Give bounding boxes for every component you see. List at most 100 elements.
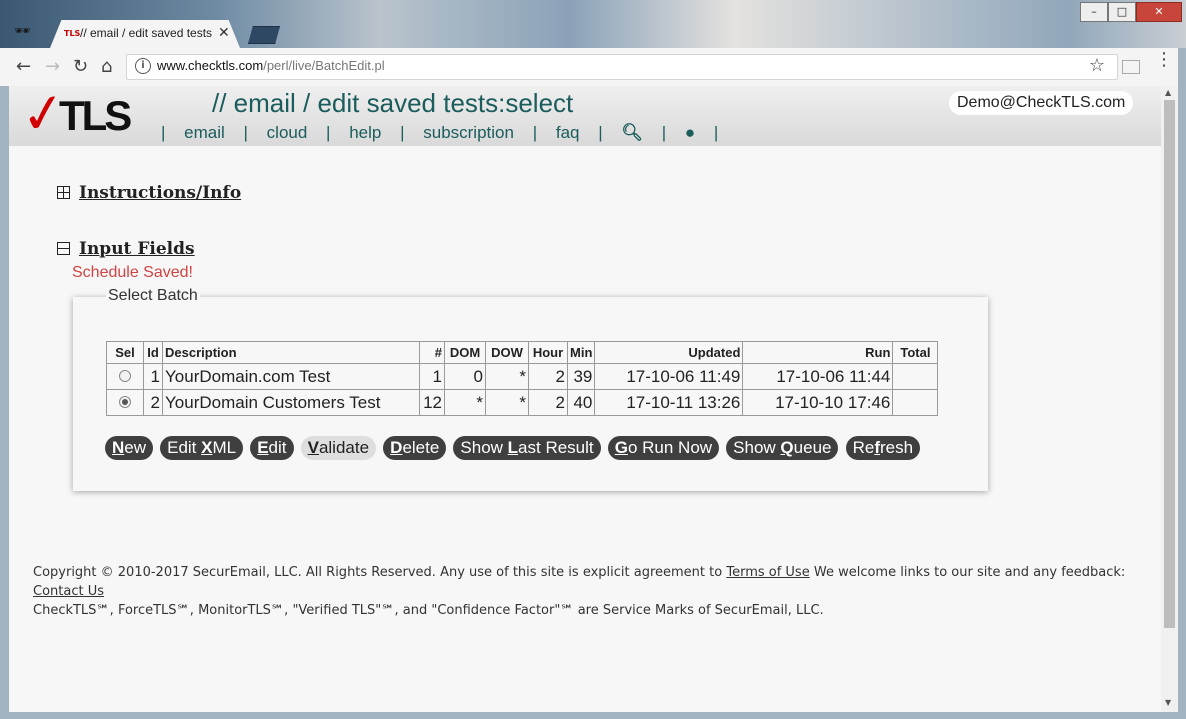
column-header: Id <box>143 341 163 364</box>
contact-us-link[interactable]: Contact Us <box>33 584 104 599</box>
footer-copyright: Copyright © 2010-2017 SecurEmail, LLC. A… <box>33 565 723 580</box>
column-header: Description <box>162 341 420 364</box>
nav-cloud[interactable]: cloud <box>267 123 308 143</box>
reload-icon[interactable]: ↻ <box>73 56 88 77</box>
show-last-result-button[interactable]: Show Last Result <box>453 436 601 460</box>
batch-table: Sel Id Description # DOM DOW Hour Min Up… <box>106 341 939 416</box>
delete-button[interactable]: Delete <box>383 436 447 460</box>
input-fields-heading[interactable]: Input Fields <box>79 239 195 259</box>
search-icon[interactable]: 🔍︎ <box>621 123 643 143</box>
edit-button[interactable]: Edit <box>250 436 294 460</box>
globe-icon[interactable]: ● <box>685 123 695 143</box>
site-footer: Copyright © 2010-2017 SecurEmail, LLC. A… <box>33 563 1143 620</box>
row-count: 1 <box>419 363 445 390</box>
tab-close-icon[interactable]: ✕ <box>218 25 230 41</box>
url-host: www.checktls.com <box>157 58 264 73</box>
nav-separator: | <box>161 123 166 142</box>
table-header-row: Sel Id Description # DOM DOW Hour Min Up… <box>106 341 939 364</box>
row-run: 17-10-10 17:46 <box>742 389 894 416</box>
instructions-section-toggle[interactable]: Instructions/Info <box>57 183 241 203</box>
site-header: ✓ TLS // email / edit saved tests:select… <box>9 86 1161 148</box>
maximize-button[interactable]: □ <box>1108 2 1136 22</box>
page-scrollbar[interactable]: ▲ ▼ <box>1161 86 1178 712</box>
nav-help[interactable]: help <box>349 123 381 143</box>
window-frame-left <box>0 86 9 712</box>
column-header: Updated <box>594 341 744 364</box>
validate-button[interactable]: Validate <box>300 436 377 460</box>
site-info-icon[interactable]: i <box>135 58 151 74</box>
close-window-button[interactable]: ✕ <box>1136 2 1182 22</box>
collapse-icon[interactable] <box>57 242 70 255</box>
nav-separator: | <box>326 123 331 142</box>
footer-welcome: We welcome links to our site and any fee… <box>813 565 1126 580</box>
home-icon[interactable]: ⌂ <box>101 56 112 77</box>
minimize-button[interactable]: – <box>1080 2 1108 22</box>
nav-separator: | <box>598 123 603 142</box>
row-total <box>892 389 939 416</box>
nav-email[interactable]: email <box>184 123 225 143</box>
column-header: Min <box>566 341 596 364</box>
row-select-radio[interactable] <box>119 395 131 408</box>
scroll-down-icon[interactable]: ▼ <box>1165 698 1171 707</box>
tab-title: // email / edit saved tests:select <box>80 26 212 40</box>
cast-icon[interactable] <box>1122 60 1140 74</box>
show-queue-button[interactable]: Show Queue <box>726 436 839 460</box>
browser-toolbar: ← → ↻ ⌂ i www.checktls.com/perl/live/Bat… <box>0 48 1186 87</box>
refresh-button[interactable]: Refresh <box>845 436 921 460</box>
browser-menu-icon[interactable]: ⋮ <box>1155 51 1173 69</box>
bookmark-star-icon[interactable]: ☆ <box>1089 55 1105 76</box>
panel-legend: Select Batch <box>106 287 200 305</box>
row-hour: 2 <box>528 363 568 390</box>
instructions-heading[interactable]: Instructions/Info <box>79 183 241 203</box>
row-description: YourDomain.com Test <box>162 363 420 390</box>
url-text[interactable]: www.checktls.com/perl/live/BatchEdit.pl <box>157 58 385 73</box>
row-id: 2 <box>143 389 163 416</box>
main-nav: | email | cloud | help | subscription | … <box>147 123 732 143</box>
table-row[interactable]: 1 YourDomain.com Test 1 0 * 2 39 17-10-0… <box>106 363 939 390</box>
address-bar[interactable]: i www.checktls.com/perl/live/BatchEdit.p… <box>126 54 1118 80</box>
row-description: YourDomain Customers Test <box>162 389 420 416</box>
back-icon[interactable]: ← <box>16 56 31 77</box>
nav-subscription[interactable]: subscription <box>423 123 514 143</box>
column-header: Hour <box>528 341 568 364</box>
row-select-cell[interactable] <box>106 389 144 416</box>
edit-xml-button[interactable]: Edit XML <box>160 436 244 460</box>
scrollbar-thumb[interactable] <box>1164 100 1175 628</box>
forward-icon[interactable]: → <box>45 56 60 77</box>
row-dow: * <box>485 363 529 390</box>
column-header: DOW <box>485 341 529 364</box>
user-account[interactable]: Demo@CheckTLS.com <box>949 91 1134 115</box>
input-fields-section-toggle[interactable]: Input Fields <box>57 239 195 259</box>
scroll-up-icon[interactable]: ▲ <box>1165 88 1171 97</box>
row-run: 17-10-06 11:44 <box>742 363 894 390</box>
window-titlebar: 🕶 TLS // email / edit saved tests:select… <box>0 0 1186 48</box>
nav-faq[interactable]: faq <box>556 123 580 143</box>
table-row[interactable]: 2 YourDomain Customers Test 12 * * 2 40 … <box>106 389 939 416</box>
row-dom: * <box>444 389 486 416</box>
row-min: 40 <box>566 389 596 416</box>
go-run-now-button[interactable]: Go Run Now <box>607 436 720 460</box>
new-button[interactable]: New <box>105 436 154 460</box>
row-total <box>892 363 939 390</box>
row-min: 39 <box>566 363 596 390</box>
select-batch-panel: Sel Id Description # DOM DOW Hour Min Up… <box>73 297 988 491</box>
row-select-radio[interactable] <box>119 369 131 382</box>
tab-favicon: TLS <box>64 29 81 38</box>
status-message: Schedule Saved! <box>72 264 193 281</box>
batch-action-buttons: New Edit XML Edit Validate Delete Show L… <box>105 436 922 460</box>
expand-icon[interactable] <box>57 186 70 199</box>
row-select-cell[interactable] <box>106 363 144 390</box>
column-header: DOM <box>444 341 486 364</box>
terms-of-use-link[interactable]: Terms of Use <box>726 565 809 580</box>
column-header: Run <box>742 341 894 364</box>
row-count: 12 <box>419 389 445 416</box>
nav-separator: | <box>400 123 405 142</box>
row-dom: 0 <box>444 363 486 390</box>
new-tab-button[interactable] <box>248 26 280 44</box>
logo-text[interactable]: TLS <box>59 92 132 140</box>
incognito-icon: 🕶 <box>14 24 31 39</box>
row-updated: 17-10-06 11:49 <box>594 363 744 390</box>
nav-separator: | <box>532 123 538 142</box>
column-header: Total <box>892 341 939 364</box>
window-frame-bottom <box>0 712 1186 719</box>
